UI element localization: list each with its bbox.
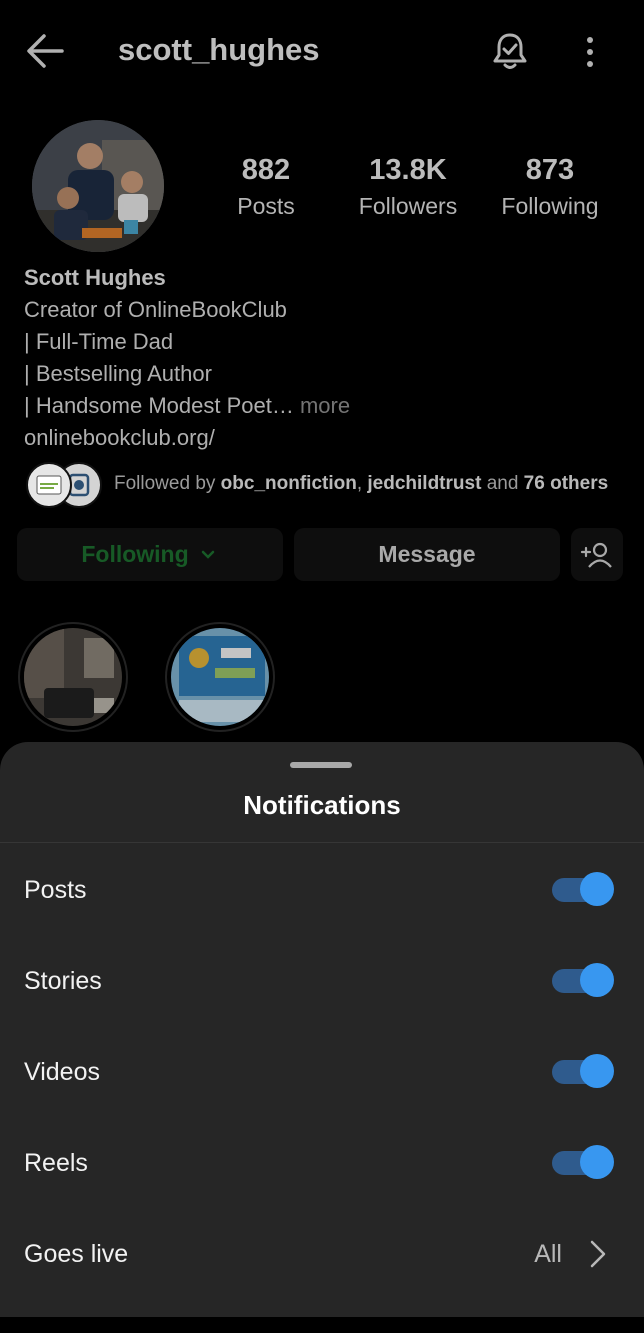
- notification-row-reels[interactable]: Reels: [0, 1117, 644, 1208]
- notification-row-posts[interactable]: Posts: [0, 844, 644, 935]
- stories-toggle[interactable]: [552, 963, 614, 999]
- notification-row-goes-live[interactable]: Goes live All: [0, 1208, 644, 1299]
- sheet-divider: [0, 842, 644, 843]
- goes-live-value: All: [534, 1240, 562, 1268]
- system-nav-bar: [0, 1317, 644, 1333]
- row-label: Stories: [24, 967, 102, 995]
- row-label: Reels: [24, 1149, 88, 1177]
- chevron-right-icon: [590, 1240, 606, 1268]
- notification-row-stories[interactable]: Stories: [0, 935, 644, 1026]
- notification-row-videos[interactable]: Videos: [0, 1026, 644, 1117]
- row-label: Goes live: [24, 1240, 129, 1268]
- sheet-title: Notifications: [243, 790, 401, 820]
- notifications-sheet: Notifications Posts Stories Videos Reels…: [0, 742, 644, 1317]
- videos-toggle[interactable]: [552, 1054, 614, 1090]
- reels-toggle[interactable]: [552, 1145, 614, 1181]
- follower-avatar: [26, 462, 72, 508]
- posts-toggle[interactable]: [552, 872, 614, 908]
- sheet-backdrop[interactable]: [0, 0, 644, 742]
- sheet-drag-handle[interactable]: [290, 762, 352, 768]
- row-label: Videos: [24, 1058, 100, 1086]
- row-label: Posts: [24, 876, 87, 904]
